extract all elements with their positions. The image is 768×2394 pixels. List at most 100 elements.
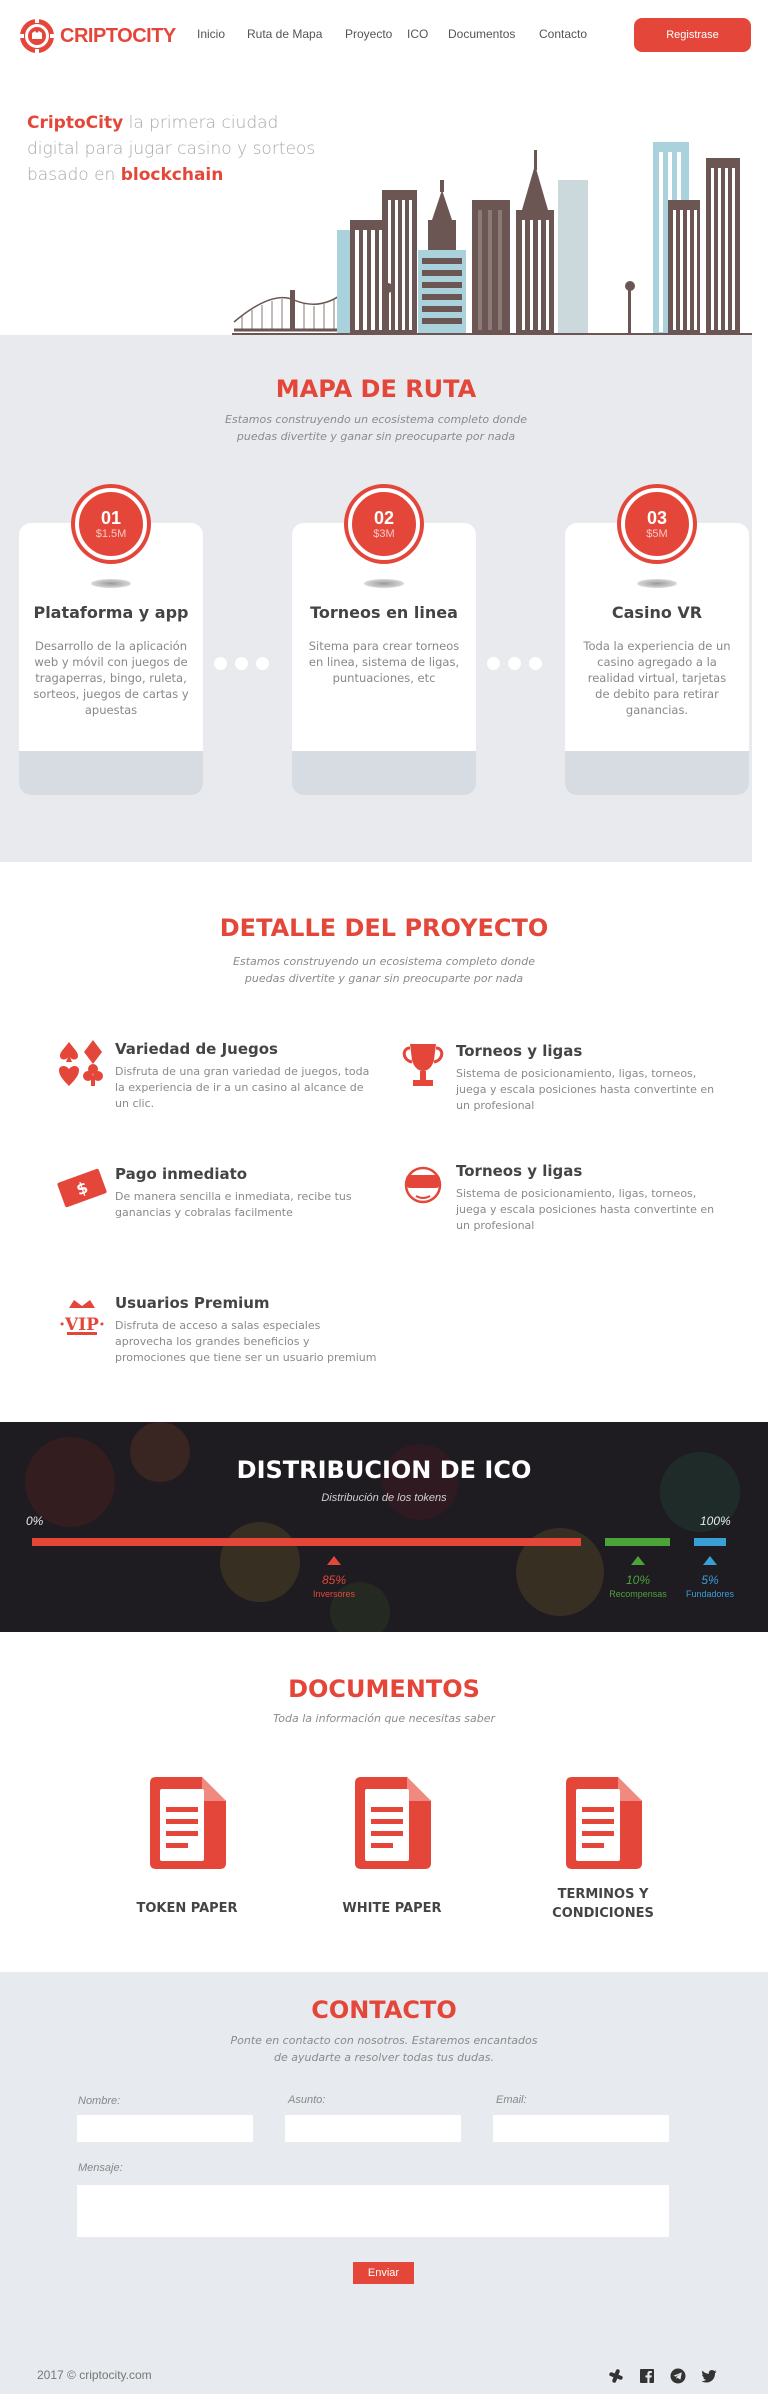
roadmap-item-name: Casino VR <box>611 603 703 622</box>
roadmap-item-desc: Desarrollo de la aplicación web y móvil … <box>33 639 189 717</box>
doc-white-paper[interactable]: WHITE PAPER <box>317 1775 467 1918</box>
doc-name: WHITE PAPER <box>342 1901 442 1916</box>
ico-segment-percent: 10% <box>625 1573 651 1587</box>
poker-chip-icon <box>19 18 55 54</box>
ico-subtitle: Distribución de los tokens <box>321 1492 447 1504</box>
card-footer <box>292 751 476 795</box>
vr-headset-icon <box>404 1166 442 1204</box>
roadmap-item-desc: Sitema para crear torneos en linea, sist… <box>308 639 460 685</box>
page: CRIPTOCITY Inicio Ruta de Mapa Proyecto … <box>0 0 768 2394</box>
name-input[interactable] <box>77 2115 253 2142</box>
feature-title: Torneos y ligas <box>456 1042 583 1060</box>
doc-name: TOKEN PAPER <box>136 1901 238 1916</box>
hero-brand: CriptoCity <box>27 113 124 133</box>
email-input[interactable] <box>493 2115 669 2142</box>
ico-segment-marker <box>631 1556 645 1565</box>
ico-title: DISTRIBUCION DE ICO <box>236 1456 532 1484</box>
project-subtitle-line-1: Estamos construyendo un ecosistema compl… <box>233 955 535 968</box>
register-button[interactable]: Registrase <box>634 18 751 52</box>
vip-crown-icon: ·VIP· <box>59 1300 105 1335</box>
nav-ruta-de-mapa[interactable]: Ruta de Mapa <box>247 27 322 41</box>
nav-ico[interactable]: ICO <box>407 27 428 41</box>
nav-contacto[interactable]: Contacto <box>539 27 587 41</box>
roadmap-section: MAPA DE RUTA Estamos construyendo un eco… <box>0 335 752 862</box>
project-subtitle-line-2: puedas divertite y ganar sin preocuparte… <box>244 972 524 985</box>
document-icon <box>566 1777 642 1869</box>
feature-desc: Sistema de posicionamiento, ligas, torne… <box>456 1187 715 1232</box>
ico-segment-marker <box>327 1556 341 1565</box>
ico-segment-bar <box>32 1538 581 1546</box>
roadmap-step-amount: $5M <box>646 527 668 540</box>
roadmap-card-1: Plataforma y app Desarrollo de la aplica… <box>19 523 203 795</box>
project-title: DETALLE DEL PROYECTO <box>219 914 549 942</box>
contact-subtitle-line-1: Ponte en contacto con nosotros. Estaremo… <box>230 2034 538 2047</box>
telegram-icon[interactable] <box>670 2368 686 2384</box>
name-label: Nombre: <box>78 2095 121 2107</box>
roadmap-item-desc: Toda la experiencia de un casino agregad… <box>583 639 731 717</box>
roadmap-item-name: Torneos en linea <box>310 603 458 622</box>
doc-name: TERMINOS Y CONDICIONES <box>552 1887 654 1921</box>
money-icon: $ <box>57 1168 107 1208</box>
roadmap-subtitle-line-2: puedas divertite y ganar sin preocuparte… <box>236 430 516 443</box>
nav-documentos[interactable]: Documentos <box>448 27 515 41</box>
ico-segment-bar <box>694 1538 726 1546</box>
ico-start-label: 0% <box>26 1514 44 1528</box>
trophy-icon <box>402 1044 444 1086</box>
roadmap-badge-2: 02 $3M <box>348 488 420 560</box>
feature-title: Variedad de Juegos <box>115 1040 278 1058</box>
ico-segment-bar <box>605 1538 670 1546</box>
city-skyline-illustration <box>232 142 752 336</box>
message-label: Mensaje: <box>78 2162 123 2174</box>
footer-copyright: 2017 © criptocity.com <box>37 2368 152 2382</box>
twitter-icon[interactable] <box>701 2368 717 2384</box>
ico-overlay <box>0 1422 768 1632</box>
feature-desc: Sistema de posicionamiento, ligas, torne… <box>456 1067 715 1112</box>
card-shadow <box>91 579 131 588</box>
ico-end-label: 100% <box>700 1514 731 1528</box>
nav-proyecto[interactable]: Proyecto <box>345 27 392 41</box>
subject-label: Asunto: <box>288 2094 326 2106</box>
logo-text: CRIPTOCITY <box>60 24 176 47</box>
ico-section: DISTRIBUCION DE ICO Distribución de los … <box>0 1422 768 1632</box>
contact-title: CONTACTO <box>311 1996 457 2024</box>
roadmap-card-3: Casino VR Toda la experiencia de un casi… <box>565 523 749 795</box>
contact-section: CONTACTO Ponte en contacto con nosotros.… <box>0 1972 768 2394</box>
slack-icon[interactable] <box>608 2368 624 2384</box>
roadmap-step-number: 01 <box>100 507 122 528</box>
ico-segment-caption: Recompensas <box>609 1589 667 1599</box>
feature-title: Usuarios Premium <box>115 1294 270 1312</box>
roadmap-connector-dots <box>214 657 269 670</box>
message-textarea[interactable] <box>77 2185 669 2237</box>
subject-input[interactable] <box>285 2115 461 2142</box>
roadmap-item-name: Plataforma y app <box>33 603 189 622</box>
roadmap-step-number: 02 <box>373 507 395 528</box>
doc-token-paper[interactable]: TOKEN PAPER <box>112 1775 262 1918</box>
roadmap-step-number: 03 <box>646 507 668 528</box>
card-suits-icon <box>59 1040 103 1086</box>
documents-title: DOCUMENTOS <box>288 1675 480 1703</box>
document-icon <box>355 1777 431 1869</box>
roadmap-step-amount: $1.5M <box>95 527 127 540</box>
feature-desc: De manera sencilla e inmediata, recibe t… <box>115 1190 352 1219</box>
doc-terms[interactable]: TERMINOS Y CONDICIONES <box>528 1775 678 1923</box>
roadmap-badge-1: 01 $1.5M <box>75 488 147 560</box>
feature-title: Torneos y ligas <box>456 1162 583 1180</box>
feature-desc: Disfruta de una gran variedad de juegos,… <box>115 1065 370 1110</box>
card-shadow <box>637 579 677 588</box>
hero-highlight: blockchain <box>120 165 224 185</box>
feature-desc: Disfruta de acceso a salas especiales ap… <box>115 1319 377 1364</box>
facebook-icon[interactable] <box>639 2368 655 2384</box>
logo[interactable]: CRIPTOCITY <box>19 18 176 54</box>
feature-title: Pago inmediato <box>115 1165 248 1183</box>
header: CRIPTOCITY Inicio Ruta de Mapa Proyecto … <box>0 0 768 70</box>
roadmap-card-2: Torneos en linea Sitema para crear torne… <box>292 523 476 795</box>
roadmap-step-amount: $3M <box>373 527 395 540</box>
roadmap-subtitle-line-1: Estamos construyendo un ecosistema compl… <box>225 413 527 426</box>
bridge-illustration <box>233 289 348 332</box>
card-shadow <box>364 579 404 588</box>
ico-segment-marker <box>703 1556 717 1565</box>
ico-segment-caption: Fundadores <box>685 1589 735 1599</box>
send-button[interactable]: Enviar <box>353 2262 414 2284</box>
roadmap-title: MAPA DE RUTA <box>275 375 477 403</box>
nav-inicio[interactable]: Inicio <box>197 27 225 41</box>
